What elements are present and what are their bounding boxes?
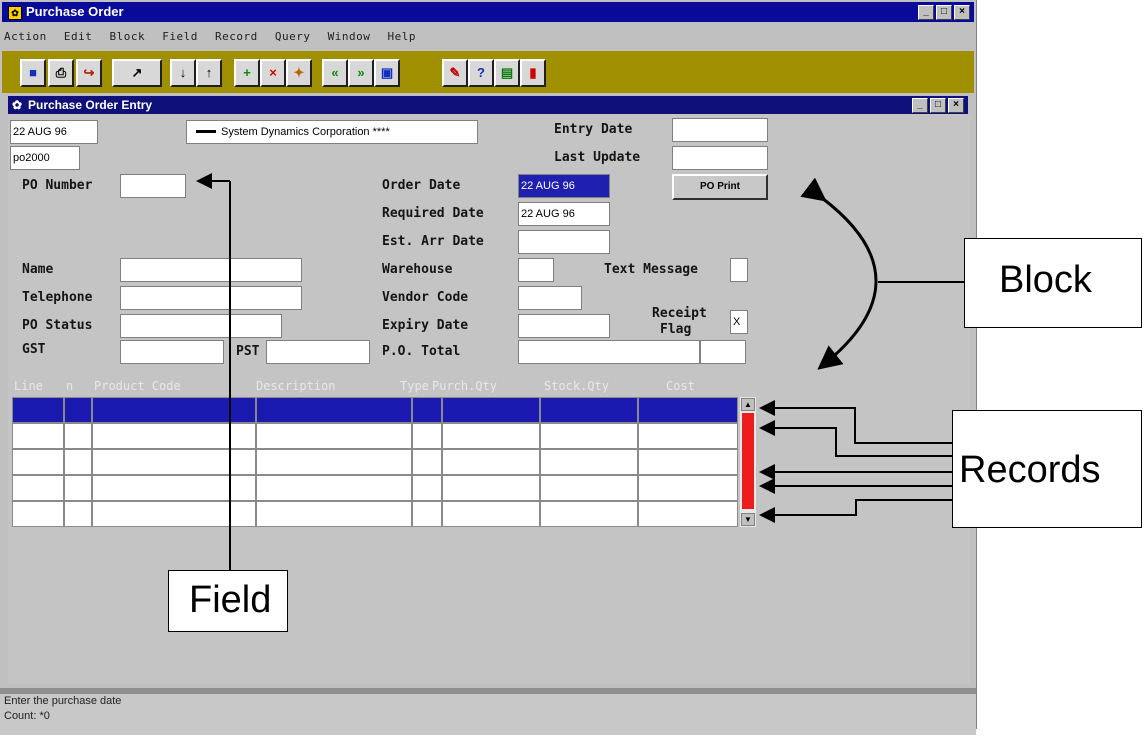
record-arrow-5 (759, 499, 952, 523)
record-arrow-1 (759, 400, 952, 444)
block-callout: Block (964, 238, 1142, 328)
records-callout: Records (952, 410, 1142, 528)
field-callout-text: Field (189, 579, 272, 621)
field-callout: Field (168, 570, 288, 632)
records-callout-text: Records (959, 449, 1101, 491)
block-callout-text: Block (999, 259, 1092, 301)
block-bracket-arrow (800, 177, 878, 370)
